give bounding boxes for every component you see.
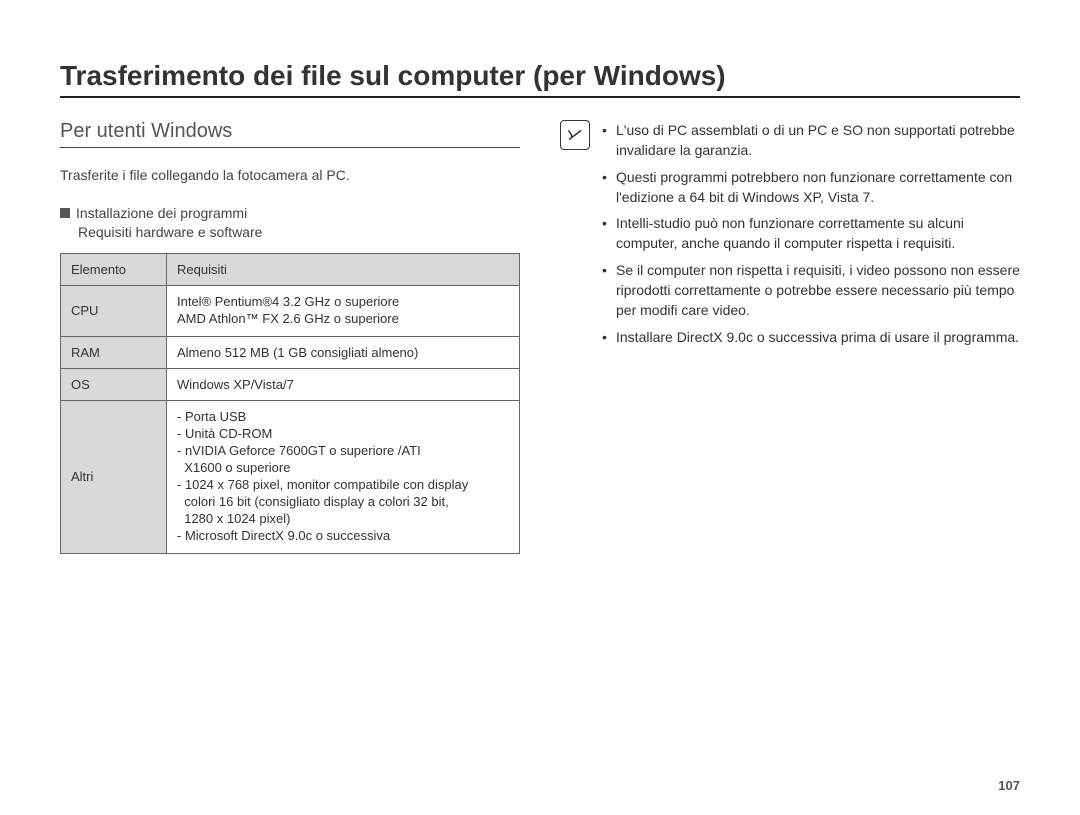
install-heading-text: Installazione dei programmi — [76, 205, 247, 221]
altri-l1: - Porta USB — [177, 409, 509, 424]
two-column-layout: Per utenti Windows Trasferite i file col… — [60, 120, 1020, 554]
notes-list: L'uso di PC assemblati o di un PC e SO n… — [602, 120, 1020, 353]
install-heading: Installazione dei programmi — [60, 204, 520, 224]
altri-l2: - Unità CD-ROM — [177, 426, 509, 441]
altri-l3b: X1600 o superiore — [177, 460, 509, 475]
cell-label-os: OS — [61, 368, 167, 400]
note-item: Intelli-studio può non funzionare corret… — [602, 213, 1020, 254]
cell-value-os: Windows XP/Vista/7 — [167, 368, 520, 400]
cell-label-altri: Altri — [61, 400, 167, 553]
title-rule — [60, 96, 1020, 98]
cell-value-ram: Almeno 512 MB (1 GB consigliati almeno) — [167, 336, 520, 368]
note-box: L'uso di PC assemblati o di un PC e SO n… — [560, 120, 1020, 353]
intro-text: Trasferite i file collegando la fotocame… — [60, 166, 520, 186]
subtitle-rule — [60, 147, 520, 148]
section-subtitle: Per utenti Windows — [60, 120, 520, 143]
altri-l5: - Microsoft DirectX 9.0c o successiva — [177, 528, 509, 543]
th-requisiti: Requisiti — [167, 253, 520, 285]
requirements-table: Elemento Requisiti CPU Intel® Pentium®4 … — [60, 253, 520, 554]
note-item: Installare DirectX 9.0c o successiva pri… — [602, 327, 1020, 347]
cpu-line2: AMD Athlon™ FX 2.6 GHz o superiore — [177, 311, 509, 326]
bullet-square-icon — [60, 208, 70, 218]
note-item: Se il computer non rispetta i requisiti,… — [602, 260, 1020, 321]
right-column: L'uso di PC assemblati o di un PC e SO n… — [560, 120, 1020, 554]
cell-label-cpu: CPU — [61, 285, 167, 336]
table-row: CPU Intel® Pentium®4 3.2 GHz o superiore… — [61, 285, 520, 336]
cpu-line1: Intel® Pentium®4 3.2 GHz o superiore — [177, 294, 509, 309]
altri-l3: - nVIDIA Geforce 7600GT o superiore /ATI — [177, 443, 509, 458]
page-title: Trasferimento dei file sul computer (per… — [60, 60, 1020, 92]
table-row: OS Windows XP/Vista/7 — [61, 368, 520, 400]
altri-l4c: 1280 x 1024 pixel) — [177, 511, 509, 526]
note-item: Questi programmi potrebbero non funziona… — [602, 167, 1020, 208]
table-header-row: Elemento Requisiti — [61, 253, 520, 285]
left-column: Per utenti Windows Trasferite i file col… — [60, 120, 520, 554]
altri-l4: - 1024 x 768 pixel, monitor compatibile … — [177, 477, 509, 492]
cell-label-ram: RAM — [61, 336, 167, 368]
page-number: 107 — [998, 778, 1020, 793]
table-row: Altri - Porta USB - Unità CD-ROM - nVIDI… — [61, 400, 520, 553]
install-subheading: Requisiti hardware e software — [78, 223, 520, 243]
note-item: L'uso di PC assemblati o di un PC e SO n… — [602, 120, 1020, 161]
note-icon — [560, 120, 590, 150]
manual-page: Trasferimento dei file sul computer (per… — [0, 0, 1080, 815]
altri-l4b: colori 16 bit (consigliato display a col… — [177, 494, 509, 509]
cell-value-altri: - Porta USB - Unità CD-ROM - nVIDIA Gefo… — [167, 400, 520, 553]
cell-value-cpu: Intel® Pentium®4 3.2 GHz o superiore AMD… — [167, 285, 520, 336]
table-row: RAM Almeno 512 MB (1 GB consigliati alme… — [61, 336, 520, 368]
th-element: Elemento — [61, 253, 167, 285]
